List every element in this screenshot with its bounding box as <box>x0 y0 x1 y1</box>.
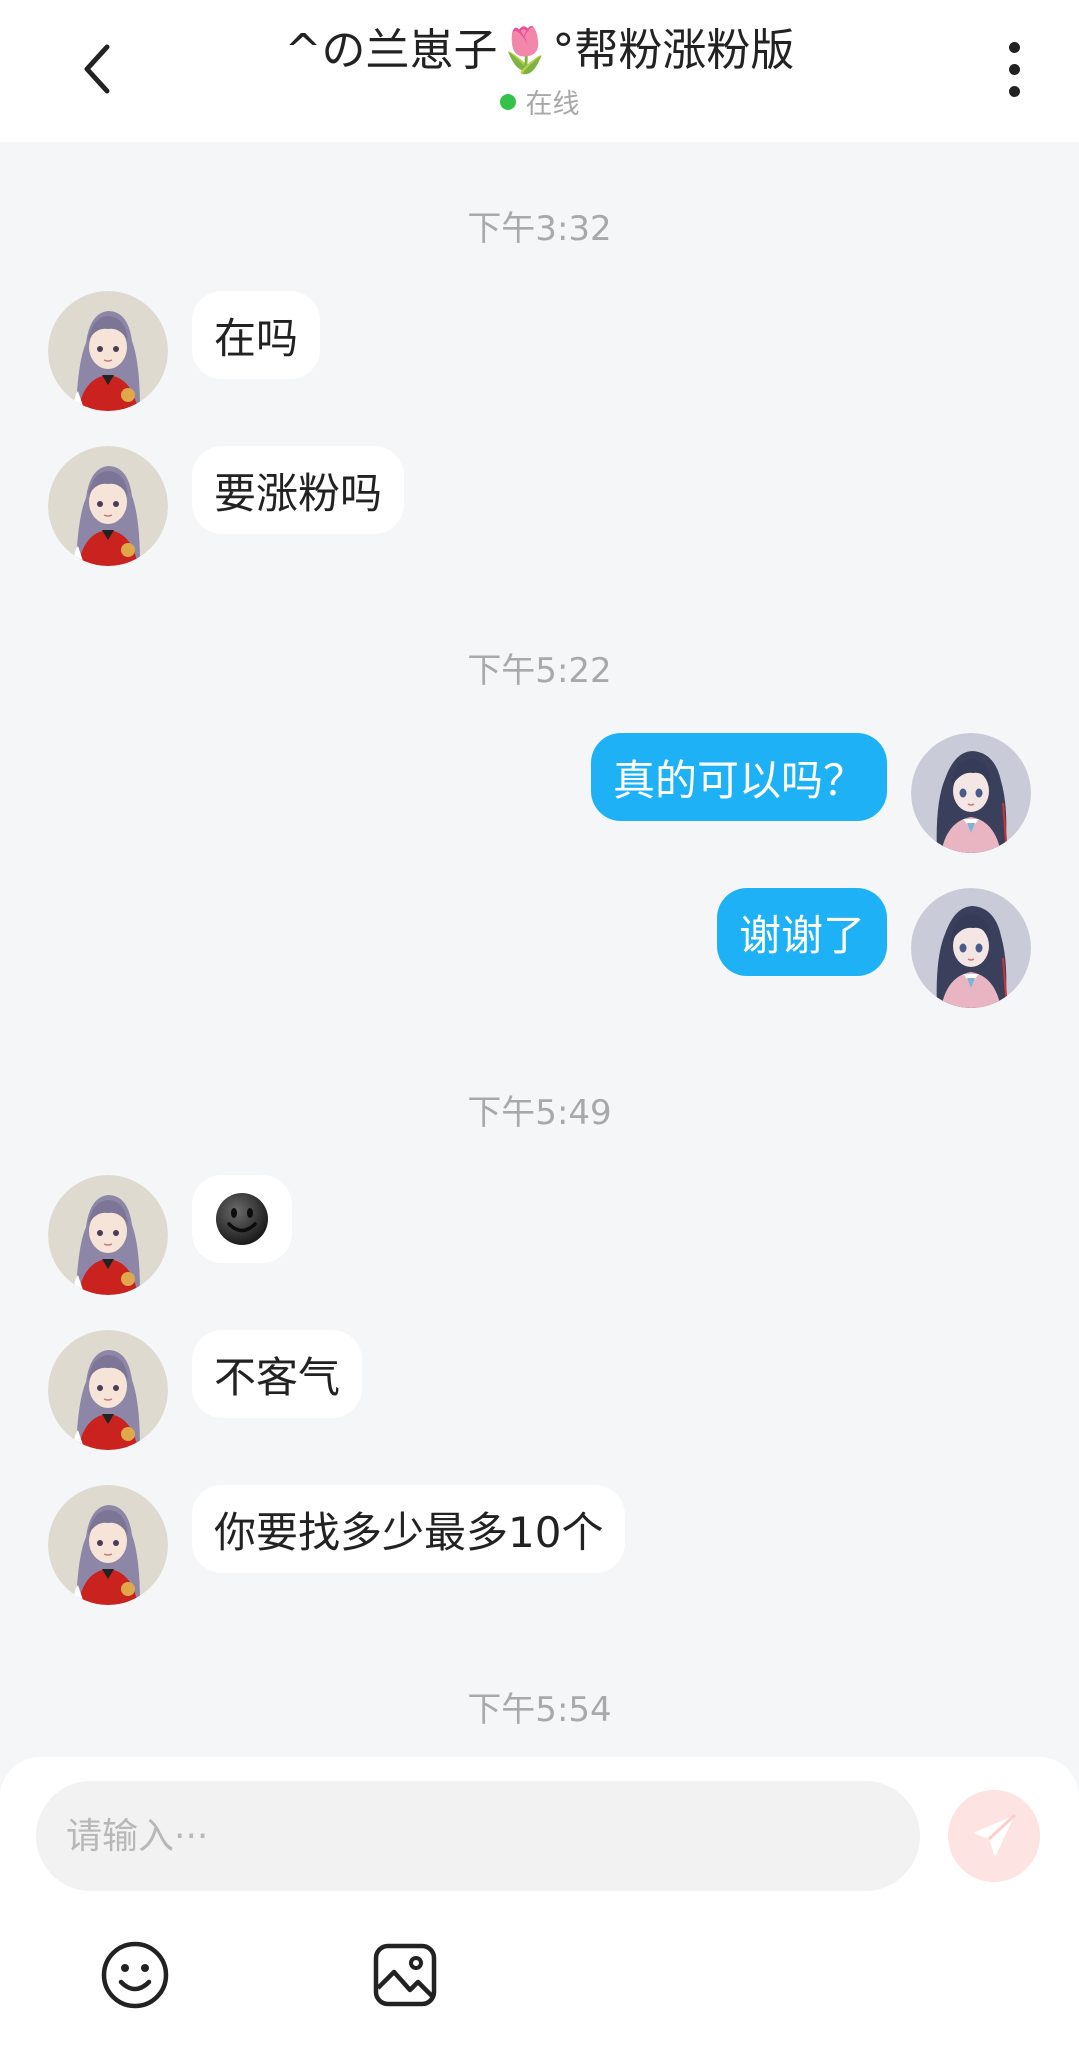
timestamp: 下午3:32 <box>467 209 612 249</box>
message-incoming: 你要找多少最多10个 <box>48 1485 649 1605</box>
message-outgoing: 真的可以吗？ <box>567 733 1031 853</box>
dot <box>1008 85 1020 97</box>
send-button[interactable] <box>948 1790 1040 1882</box>
message-bubble[interactable]: 要涨粉吗 <box>192 446 405 534</box>
composer-panel <box>0 1757 1079 2064</box>
image-button[interactable] <box>365 1935 445 2015</box>
message-bubble[interactable]: 真的可以吗？ <box>590 733 887 821</box>
timestamp: 下午5:49 <box>467 1093 612 1133</box>
contact-name: ^の兰崽子🌷°帮粉涨粉版 <box>284 25 795 76</box>
contact-avatar[interactable] <box>48 1330 168 1450</box>
timestamp: 下午5:22 <box>467 651 612 691</box>
self-avatar[interactable] <box>911 733 1031 853</box>
message-list[interactable]: 下午3:32 在吗 要涨粉吗 下午5:22 真的可以吗？ 谢谢了 下午5:49 <box>0 142 1079 1757</box>
chat-header: ^の兰崽子🌷°帮粉涨粉版 在线 <box>0 0 1079 142</box>
timestamp: 下午5:54 <box>467 1690 612 1730</box>
message-bubble[interactable]: 不客气 <box>192 1330 363 1418</box>
contact-avatar[interactable] <box>48 291 168 411</box>
chevron-left-icon <box>84 44 110 94</box>
message-incoming <box>48 1175 316 1295</box>
message-incoming: 不客气 <box>48 1330 386 1450</box>
back-button[interactable] <box>62 34 132 104</box>
image-icon <box>373 1943 437 2007</box>
online-dot-icon <box>499 93 516 110</box>
self-avatar[interactable] <box>911 888 1031 1008</box>
dot <box>1008 63 1020 75</box>
contact-avatar[interactable] <box>48 1175 168 1295</box>
dot <box>1008 41 1020 53</box>
title-block: ^の兰崽子🌷°帮粉涨粉版 在线 <box>200 22 879 121</box>
smiley-icon <box>101 1941 169 2009</box>
online-status: 在线 <box>200 82 879 121</box>
message-bubble[interactable]: 谢谢了 <box>716 888 887 976</box>
contact-avatar[interactable] <box>48 1485 168 1605</box>
more-options-button[interactable] <box>989 34 1039 104</box>
message-bubble[interactable]: 在吗 <box>192 291 321 379</box>
message-bubble[interactable]: 你要找多少最多10个 <box>192 1485 626 1573</box>
message-incoming: 要涨粉吗 <box>48 446 428 566</box>
paper-plane-icon <box>973 1813 1017 1857</box>
emoji-button[interactable] <box>95 1935 175 2015</box>
contact-avatar[interactable] <box>48 446 168 566</box>
message-bubble[interactable] <box>192 1175 292 1263</box>
dark-smiley-emoji-icon <box>216 1193 268 1245</box>
status-text: 在线 <box>525 89 580 120</box>
message-input[interactable] <box>36 1781 920 1891</box>
message-outgoing: 谢谢了 <box>693 888 1031 1008</box>
message-incoming: 在吗 <box>48 291 344 411</box>
